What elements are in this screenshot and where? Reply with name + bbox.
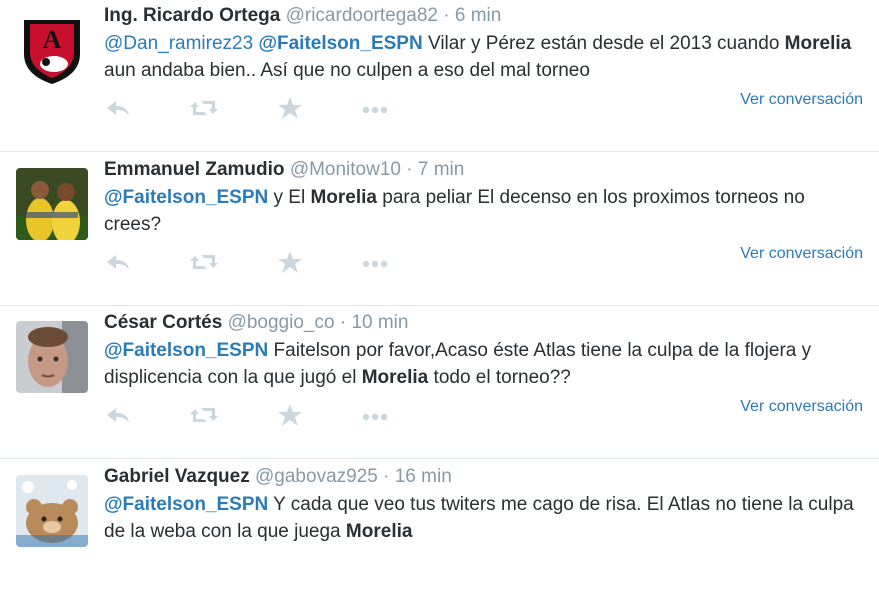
reply-icon[interactable] <box>104 250 132 274</box>
svg-text:A: A <box>43 25 62 54</box>
tweet-text-part: todo el torneo?? <box>428 367 571 388</box>
avatar[interactable] <box>16 168 88 240</box>
separator: · <box>406 159 413 180</box>
separator: · <box>383 466 390 487</box>
tweet-item: César Cortés @boggio_co · 10 min @Faitel… <box>0 307 879 459</box>
keyword-highlight: Morelia <box>345 521 413 542</box>
username[interactable]: @boggio_co <box>228 312 335 333</box>
timestamp[interactable]: 7 min <box>418 159 464 180</box>
view-conversation-link[interactable]: Ver conversación <box>740 91 863 109</box>
tweet-text: @Faitelson_ESPN Y cada que veo tus twite… <box>104 491 865 545</box>
more-icon[interactable] <box>360 250 388 274</box>
tweet-header: César Cortés @boggio_co · 10 min <box>104 311 865 335</box>
mention-link[interactable]: @Faitelson_ESPN <box>104 187 268 208</box>
retweet-icon[interactable] <box>188 403 218 427</box>
tweet-text-part: aun andaba bien.. Así que no culpen a es… <box>104 60 590 81</box>
tweet-text: @Faitelson_ESPN y El Morelia para peliar… <box>104 184 865 238</box>
keyword-highlight: Morelia <box>361 367 429 388</box>
tweet-text: @Faitelson_ESPN Faitelson por favor,Acas… <box>104 337 865 391</box>
tweet-content: Gabriel Vazquez @gabovaz925 · 16 min @Fa… <box>104 465 865 545</box>
username[interactable]: @gabovaz925 <box>255 466 378 487</box>
fullname[interactable]: Emmanuel Zamudio <box>104 159 285 180</box>
tweet-item: A Ing. Ricardo Ortega @ricardoortega82 ·… <box>0 0 879 152</box>
tweet-header: Ing. Ricardo Ortega @ricardoortega82 · 6… <box>104 4 865 28</box>
tweet-text-part: Vilar y Pérez están desde el 2013 cuando <box>422 33 785 54</box>
mention-link[interactable]: @Faitelson_ESPN <box>104 340 268 361</box>
username[interactable]: @Monitow10 <box>290 159 401 180</box>
tweet-item: Gabriel Vazquez @gabovaz925 · 16 min @Fa… <box>0 461 879 613</box>
tweet-item: Emmanuel Zamudio @Monitow10 · 7 min @Fai… <box>0 154 879 306</box>
separator: · <box>339 312 347 333</box>
mention-link[interactable]: @Faitelson_ESPN <box>104 494 268 515</box>
username[interactable]: @ricardoortega82 <box>286 5 438 26</box>
tweet-header: Gabriel Vazquez @gabovaz925 · 16 min <box>104 465 865 489</box>
reply-icon[interactable] <box>104 403 132 427</box>
retweet-icon[interactable] <box>188 250 218 274</box>
tweet-header: Emmanuel Zamudio @Monitow10 · 7 min <box>104 158 865 182</box>
tweet-content: Emmanuel Zamudio @Monitow10 · 7 min @Fai… <box>104 158 865 238</box>
timestamp[interactable]: 10 min <box>351 312 408 333</box>
keyword-highlight: Morelia <box>310 187 378 208</box>
view-conversation-link[interactable]: Ver conversación <box>740 245 863 263</box>
view-conversation-link[interactable]: Ver conversación <box>740 398 863 416</box>
avatar[interactable]: A <box>16 14 88 86</box>
mention-link[interactable]: @Faitelson_ESPN <box>258 33 422 54</box>
timestamp[interactable]: 16 min <box>395 466 452 487</box>
fullname[interactable]: Gabriel Vazquez <box>104 466 250 487</box>
tweet-content: Ing. Ricardo Ortega @ricardoortega82 · 6… <box>104 4 865 84</box>
keyword-highlight: Morelia <box>784 33 852 54</box>
timestamp[interactable]: 6 min <box>455 5 501 26</box>
tweet-content: César Cortés @boggio_co · 10 min @Faitel… <box>104 311 865 391</box>
favorite-icon[interactable] <box>276 96 304 120</box>
avatar[interactable] <box>16 475 88 547</box>
favorite-icon[interactable] <box>276 403 304 427</box>
fullname[interactable]: César Cortés <box>104 312 222 333</box>
more-icon[interactable] <box>360 96 388 120</box>
favorite-icon[interactable] <box>276 250 304 274</box>
separator: · <box>443 5 450 26</box>
more-icon[interactable] <box>360 403 388 427</box>
tweet-text-part: y El <box>268 187 311 208</box>
mention-link[interactable]: @Dan_ramirez23 <box>104 33 253 54</box>
retweet-icon[interactable] <box>188 96 218 120</box>
avatar[interactable] <box>16 321 88 393</box>
fullname[interactable]: Ing. Ricardo Ortega <box>104 5 280 26</box>
reply-icon[interactable] <box>104 96 132 120</box>
tweet-text: @Dan_ramirez23 @Faitelson_ESPN Vilar y P… <box>104 30 865 84</box>
